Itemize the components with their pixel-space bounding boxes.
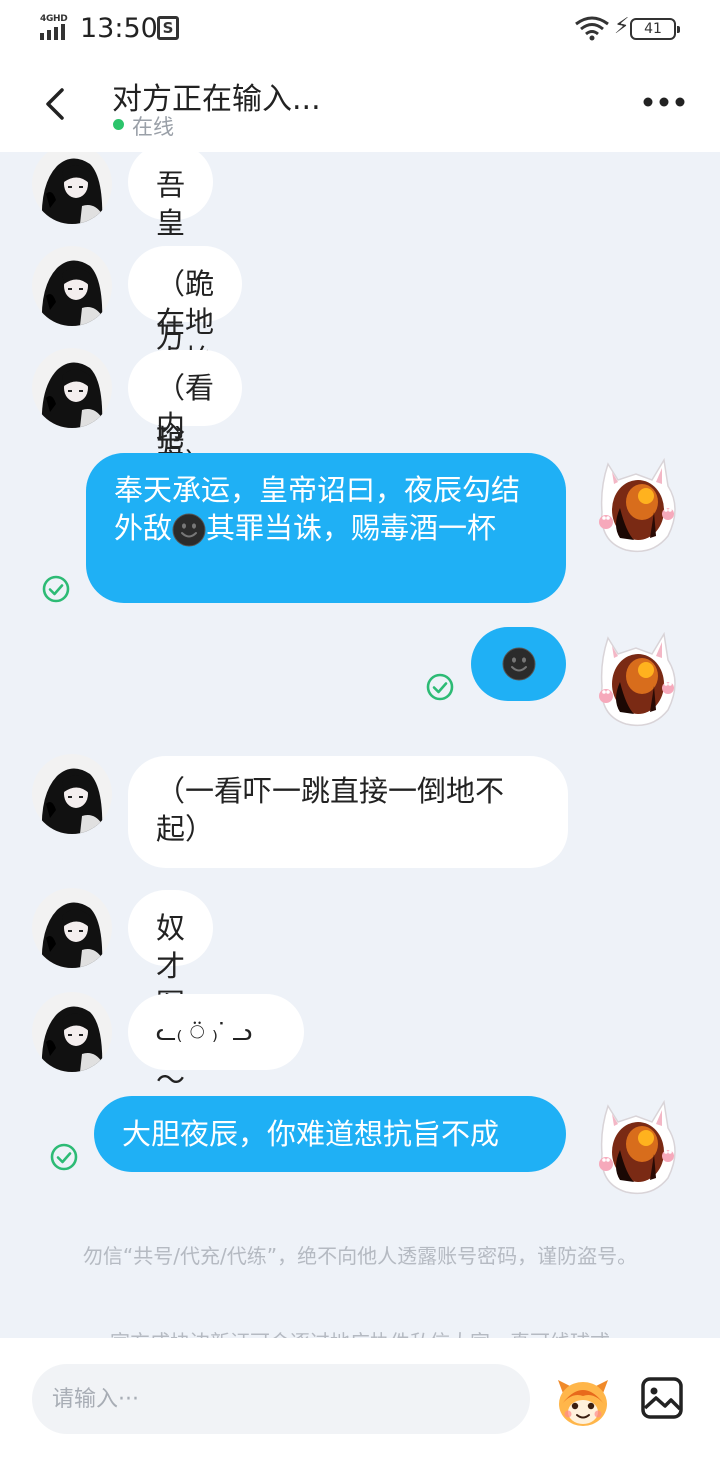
- avatar[interactable]: [32, 754, 112, 834]
- battery-icon: 41: [630, 18, 680, 40]
- message-bubble[interactable]: （看内容）: [128, 350, 243, 481]
- input-bar: [0, 1338, 720, 1460]
- avatar[interactable]: [32, 992, 112, 1072]
- charging-icon: ⚡: [614, 14, 630, 39]
- read-check-icon: [49, 1142, 79, 1172]
- status-bar: 4GHD 13:50 S ⚡ 41: [0, 0, 720, 58]
- avatar[interactable]: [590, 1094, 686, 1198]
- message-input[interactable]: [32, 1364, 530, 1434]
- read-check-icon: [425, 672, 455, 702]
- anti-fraud-notice-cut: 官方成块边新证可会逐过地广执件私信大家，真可线球式: [56, 1328, 664, 1338]
- avatar[interactable]: [32, 888, 112, 968]
- dark-smile-emoji-icon: [172, 513, 206, 547]
- read-check-icon: [41, 574, 71, 604]
- image-picker-icon[interactable]: [640, 1376, 684, 1420]
- avatar[interactable]: [590, 626, 686, 730]
- message-bubble[interactable]: 奴才冤枉～皇上: [128, 890, 214, 1173]
- anti-fraud-notice: 勿信“共号/代充/代练”，绝不向他人透露账号密码，谨防盗号。: [82, 1244, 638, 1268]
- message-bubble[interactable]: 奉天承运，皇帝诏曰，夜辰勾结外敌 其罪当诛，赐毒酒一杯: [86, 453, 566, 603]
- online-status: 在线: [132, 115, 174, 139]
- message-bubble[interactable]: （跪在地上抬起头抢旨）: [128, 246, 243, 491]
- app-notification-icon: S: [157, 16, 179, 40]
- avatar[interactable]: [32, 152, 112, 224]
- more-horizontal-icon[interactable]: [640, 94, 688, 110]
- network-label: 4GHD: [40, 14, 68, 24]
- status-time: 13:50: [80, 13, 158, 44]
- message-bubble[interactable]: 大胆夜辰，你难道想抗旨不成: [94, 1096, 566, 1172]
- chevron-left-icon[interactable]: [36, 84, 76, 124]
- online-dot-icon: [113, 119, 124, 130]
- message-text: 其罪当诛，赐毒酒一杯: [206, 511, 497, 545]
- message-bubble[interactable]: （一看吓一跳直接一倒地不起）: [128, 756, 568, 868]
- chat-area[interactable]: 吾皇万岁万岁万万岁 （跪在地上抬起头抢旨） （看内容） 奉天承运，皇帝诏曰，夜辰…: [0, 152, 720, 1338]
- avatar[interactable]: [32, 246, 112, 326]
- avatar[interactable]: [590, 452, 686, 556]
- wifi-icon: [575, 16, 609, 41]
- avatar[interactable]: [32, 348, 112, 428]
- emoji-sticker-icon[interactable]: [554, 1374, 612, 1430]
- message-bubble[interactable]: [471, 627, 566, 701]
- dark-smile-emoji-icon: [502, 647, 536, 681]
- signal-icon: 4GHD: [40, 14, 72, 40]
- chat-header: 对方正在输入... 在线: [0, 58, 720, 152]
- message-bubble[interactable]: 吾皇万岁万岁万万岁: [128, 152, 214, 506]
- message-bubble[interactable]: ᓚ₍ ⍥ ₎ᐝ ᓗ: [128, 994, 304, 1070]
